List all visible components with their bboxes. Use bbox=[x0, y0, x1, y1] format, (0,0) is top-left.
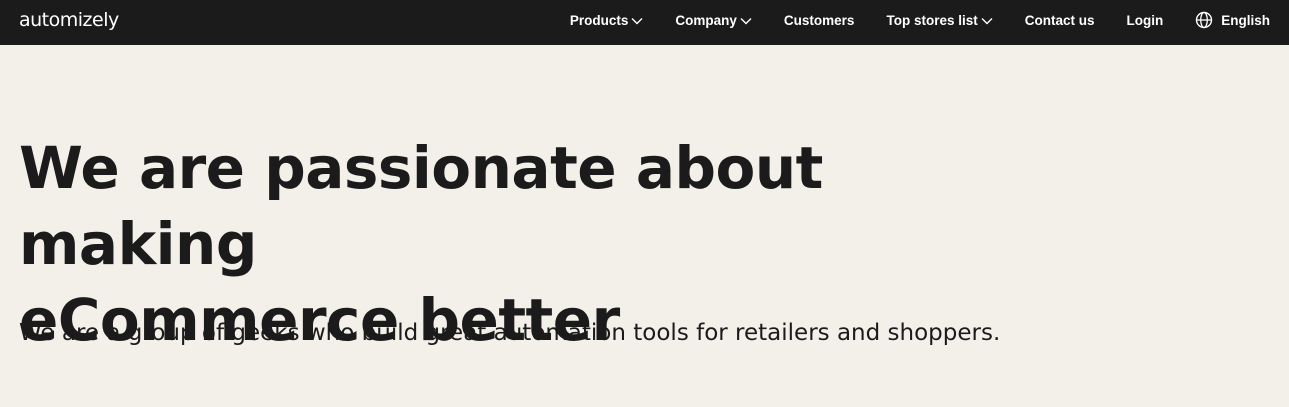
chevron-down-icon bbox=[740, 18, 752, 25]
nav-contact-us[interactable]: Contact us bbox=[1025, 13, 1095, 28]
language-selector[interactable]: English bbox=[1195, 11, 1270, 29]
globe-icon bbox=[1196, 11, 1213, 29]
chevron-down-icon bbox=[981, 18, 993, 25]
hero-subtitle: We are a group of geeks who build great … bbox=[19, 320, 1001, 346]
nav-login[interactable]: Login bbox=[1126, 13, 1163, 28]
nav-products-label: Products bbox=[569, 12, 629, 28]
main-nav-menu: Products Company Customers Top stores li… bbox=[570, 0, 1270, 40]
nav-customers-label: Customers bbox=[783, 12, 855, 28]
nav-company[interactable]: Company bbox=[675, 13, 752, 28]
nav-products[interactable]: Products bbox=[570, 13, 644, 28]
nav-customers[interactable]: Customers bbox=[784, 13, 855, 28]
nav-contact-label: Contact us bbox=[1024, 12, 1095, 28]
language-label: English bbox=[1221, 12, 1270, 28]
nav-company-label: Company bbox=[675, 12, 737, 28]
nav-top-stores-label: Top stores list bbox=[886, 12, 978, 28]
nav-login-label: Login bbox=[1126, 12, 1164, 28]
nav-top-stores-list[interactable]: Top stores list bbox=[886, 12, 993, 28]
hero-title-line-1: We are passionate about making bbox=[19, 134, 823, 278]
automizely-logo[interactable]: automizely bbox=[19, 7, 119, 33]
top-navigation-bar: automizely Products Company Customers To… bbox=[0, 0, 1289, 45]
chevron-down-icon bbox=[631, 18, 643, 25]
